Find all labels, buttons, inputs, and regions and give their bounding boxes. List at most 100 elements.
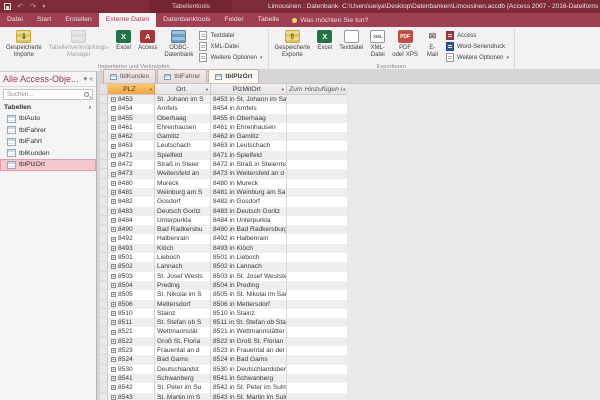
cell-add-field[interactable]: [287, 113, 347, 123]
cell-plz[interactable]: 8483: [108, 206, 155, 216]
cell-ort[interactable]: Straß in Steier: [155, 160, 211, 170]
cell-ort[interactable]: Lannach: [155, 262, 211, 272]
cell-ort[interactable]: Wettmannstät: [155, 327, 211, 337]
filter-dropdown-icon[interactable]: ▾: [206, 84, 208, 94]
expand-icon[interactable]: [111, 255, 116, 261]
expand-icon[interactable]: [111, 376, 116, 382]
expand-icon[interactable]: [111, 162, 116, 168]
row-selector[interactable]: [100, 234, 108, 244]
row-selector[interactable]: [100, 104, 108, 114]
cell-ort[interactable]: Gamlitz: [155, 132, 211, 142]
cell-plz[interactable]: 8481: [108, 187, 155, 198]
ribbon-tab[interactable]: Start: [30, 13, 58, 27]
document-tab[interactable]: tblPlzOrt: [208, 69, 260, 83]
cell-ort[interactable]: St. Nikolai im S: [155, 290, 211, 300]
expand-icon[interactable]: [111, 366, 116, 372]
cell-ort[interactable]: Gosdorf: [155, 197, 211, 207]
cell-add-field[interactable]: [287, 160, 347, 170]
row-selector[interactable]: [100, 187, 108, 198]
cell-add-field[interactable]: [287, 290, 347, 300]
export-access-button[interactable]: Access: [445, 31, 509, 40]
row-selector[interactable]: [100, 206, 108, 216]
cell-ort[interactable]: St. Josef Wests: [155, 271, 211, 281]
cell-plzmitort[interactable]: 8503 in St. Josef Westste: [211, 271, 287, 281]
expand-icon[interactable]: [111, 227, 116, 233]
cell-plzmitort[interactable]: 8523 in Frauental an der: [211, 346, 287, 356]
nav-search-box[interactable]: Suchen...: [3, 89, 93, 100]
row-selector[interactable]: [100, 327, 108, 337]
export-more-options-button[interactable]: Weitere Optionen ▾: [445, 53, 509, 62]
cell-ort[interactable]: Weinburg am S: [155, 187, 211, 198]
cell-add-field[interactable]: [287, 280, 347, 291]
nav-group-tables[interactable]: Tabellen ∧: [0, 102, 96, 113]
expand-icon[interactable]: [111, 143, 116, 149]
expand-icon[interactable]: [111, 348, 116, 354]
cell-plzmitort[interactable]: 8471 in Spielfeld: [211, 150, 287, 161]
expand-icon[interactable]: [111, 134, 116, 140]
expand-icon[interactable]: [111, 273, 116, 279]
ribbon-tab[interactable]: Erstellen: [58, 13, 98, 27]
expand-icon[interactable]: [111, 199, 116, 205]
cell-plzmitort[interactable]: 8511 in St. Stefan ob Stai: [211, 318, 287, 328]
cell-plzmitort[interactable]: 8510 in Stainz: [211, 308, 287, 319]
cell-plzmitort[interactable]: 8542 in St. Peter im Sulm: [211, 383, 287, 393]
cell-ort[interactable]: Weitersfeld an: [155, 169, 211, 179]
cell-plz[interactable]: 8492: [108, 234, 155, 244]
cell-add-field[interactable]: [287, 215, 347, 226]
import-textfile-button[interactable]: Textdatei: [199, 31, 262, 40]
export-email-button[interactable]: ✉ E- Mail: [422, 29, 443, 60]
cell-plz[interactable]: 8543: [108, 392, 155, 400]
expand-icon[interactable]: [111, 245, 116, 251]
expand-icon[interactable]: [111, 264, 116, 270]
row-selector[interactable]: [100, 271, 108, 281]
row-selector[interactable]: [100, 383, 108, 393]
expand-icon[interactable]: [111, 394, 116, 400]
nav-item-table[interactable]: tblFahrt: [0, 136, 96, 148]
cell-add-field[interactable]: [287, 187, 347, 198]
cell-plz[interactable]: 8541: [108, 373, 155, 384]
cell-add-field[interactable]: [287, 150, 347, 161]
cell-ort[interactable]: Lieboch: [155, 253, 211, 263]
cell-plz[interactable]: 8502: [108, 262, 155, 272]
saved-exports-button[interactable]: ⇧ Gespeicherte Exporte: [272, 29, 314, 60]
cell-plzmitort[interactable]: 8493 in Klöch: [211, 243, 287, 254]
import-odbc-button[interactable]: ODBC- Datenbank: [161, 29, 196, 60]
cell-plzmitort[interactable]: 8455 in Oberhaag: [211, 113, 287, 123]
cell-add-field[interactable]: [287, 383, 347, 393]
row-selector[interactable]: [100, 122, 108, 133]
cell-add-field[interactable]: [287, 132, 347, 142]
cell-add-field[interactable]: [287, 178, 347, 188]
cell-add-field[interactable]: [287, 95, 347, 105]
cell-add-field[interactable]: [287, 225, 347, 235]
cell-ort[interactable]: Mureck: [155, 178, 211, 188]
cell-plz[interactable]: 8501: [108, 253, 155, 263]
row-selector[interactable]: [100, 280, 108, 291]
cell-plz[interactable]: 8503: [108, 271, 155, 281]
cell-plz[interactable]: 8472: [108, 160, 155, 170]
cell-plzmitort[interactable]: 8522 in Groß St. Florian: [211, 336, 287, 347]
cell-add-field[interactable]: [287, 122, 347, 133]
row-selector[interactable]: [100, 95, 108, 105]
nav-item-table[interactable]: tblFahrer: [0, 125, 96, 137]
row-selector[interactable]: [100, 373, 108, 384]
cell-plzmitort[interactable]: 8473 in Weitersfeld an d: [211, 169, 287, 179]
cell-plz[interactable]: 8484: [108, 215, 155, 226]
undo-icon[interactable]: ↶: [17, 1, 24, 12]
row-selector[interactable]: [100, 141, 108, 151]
row-selector[interactable]: [100, 160, 108, 170]
cell-add-field[interactable]: [287, 271, 347, 281]
expand-icon[interactable]: [111, 385, 116, 391]
cell-ort[interactable]: Oberhaag: [155, 113, 211, 123]
cell-add-field[interactable]: [287, 141, 347, 151]
import-excel-button[interactable]: X Excel: [113, 29, 134, 53]
cell-add-field[interactable]: [287, 364, 347, 374]
row-selector[interactable]: [100, 290, 108, 300]
export-pdf-xps-button[interactable]: PDF PDF oder XPS: [389, 29, 421, 60]
row-selector[interactable]: [100, 299, 108, 309]
cell-add-field[interactable]: [287, 346, 347, 356]
cell-plzmitort[interactable]: 8480 in Mureck: [211, 178, 287, 188]
expand-icon[interactable]: [111, 208, 116, 214]
row-selector[interactable]: [100, 318, 108, 328]
cell-ort[interactable]: Bad Radkersbu: [155, 225, 211, 235]
cell-plzmitort[interactable]: 8502 in Lannach: [211, 262, 287, 272]
